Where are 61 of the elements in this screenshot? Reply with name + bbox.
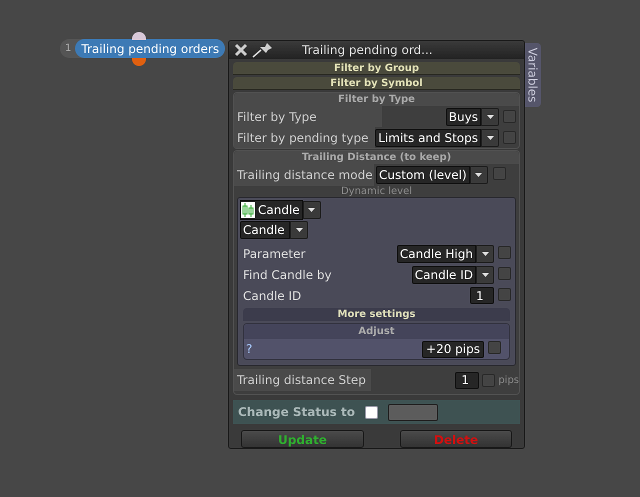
dropdown-arrow-button[interactable] <box>290 221 308 239</box>
dropdown-select[interactable]: Candle <box>240 221 290 239</box>
section-header[interactable]: Trailing Distance (to keep) <box>234 151 519 164</box>
dropdown-arrow-button[interactable] <box>481 128 499 146</box>
status-field[interactable] <box>388 404 438 420</box>
section-header[interactable]: Filter by Group <box>233 62 520 75</box>
input-pin[interactable] <box>132 32 146 40</box>
caret-icon <box>482 272 488 276</box>
checkbox[interactable] <box>488 341 501 354</box>
section-header[interactable]: Filter by Type <box>234 93 519 106</box>
checkbox[interactable] <box>364 406 378 418</box>
node-label: Trailing pending orders <box>75 39 226 58</box>
dropdown-arrow-button[interactable] <box>302 201 321 219</box>
more-settings-button[interactable]: More settings <box>243 308 510 321</box>
dropdown-select[interactable]: Buys <box>446 108 481 126</box>
node-pill[interactable]: 1 Trailing pending orders <box>60 39 226 58</box>
dropdown-arrow-button[interactable] <box>476 244 494 262</box>
field-label: Filter by pending type <box>234 127 376 148</box>
field-label: Change Status to <box>238 404 355 421</box>
caret-icon <box>486 114 494 118</box>
caret-icon <box>486 136 494 140</box>
field-label: Trailing distance Step <box>234 369 371 391</box>
candlestick-icon <box>241 202 255 218</box>
dropdown-arrow-button[interactable] <box>481 108 499 126</box>
caret-icon <box>482 252 488 256</box>
node-number: 1 <box>65 42 72 56</box>
field-label: Filter by Type <box>234 106 382 127</box>
section-header[interactable]: Adjust <box>244 324 509 339</box>
dropdown-arrow-button[interactable] <box>470 166 488 184</box>
checkbox[interactable] <box>492 167 506 180</box>
checkbox[interactable] <box>503 131 516 144</box>
group-title: Dynamic level <box>340 186 412 197</box>
number-input[interactable]: 1 <box>455 372 480 388</box>
dropdown-select[interactable]: Candle ID <box>412 266 476 284</box>
dropdown-arrow-button[interactable] <box>476 266 494 284</box>
dropdown-select[interactable]: Candle High <box>396 244 476 262</box>
section-header[interactable]: Filter by Symbol <box>233 77 520 90</box>
checkbox[interactable] <box>482 374 496 386</box>
checkbox[interactable] <box>503 110 516 123</box>
unit-label: pips <box>498 374 519 388</box>
number-input[interactable]: 1 <box>470 287 494 304</box>
caret-icon <box>475 173 482 177</box>
close-icon[interactable] <box>234 43 248 57</box>
checkbox[interactable] <box>498 266 511 280</box>
field-label: Find Candle by <box>243 266 333 284</box>
field-label: Parameter <box>243 246 306 262</box>
dropdown-select[interactable]: Candle <box>240 200 303 220</box>
number-input[interactable]: +20 pips <box>422 340 484 358</box>
field-label: ? <box>246 341 254 358</box>
output-pin[interactable] <box>132 58 146 66</box>
caret-icon <box>308 208 316 212</box>
checkbox[interactable] <box>498 246 511 258</box>
field-label: Trailing distance mode <box>234 164 374 186</box>
update-button[interactable]: Update <box>241 430 364 448</box>
pin-icon[interactable] <box>252 42 274 58</box>
dropdown-select[interactable]: Limits and Stops <box>375 128 481 146</box>
window-title: Trailing pending ord... <box>302 42 433 59</box>
checkbox[interactable] <box>498 288 511 300</box>
caret-icon <box>296 228 302 232</box>
dropdown-select[interactable]: Custom (level) <box>376 166 470 184</box>
field-label: Candle ID <box>243 288 302 304</box>
